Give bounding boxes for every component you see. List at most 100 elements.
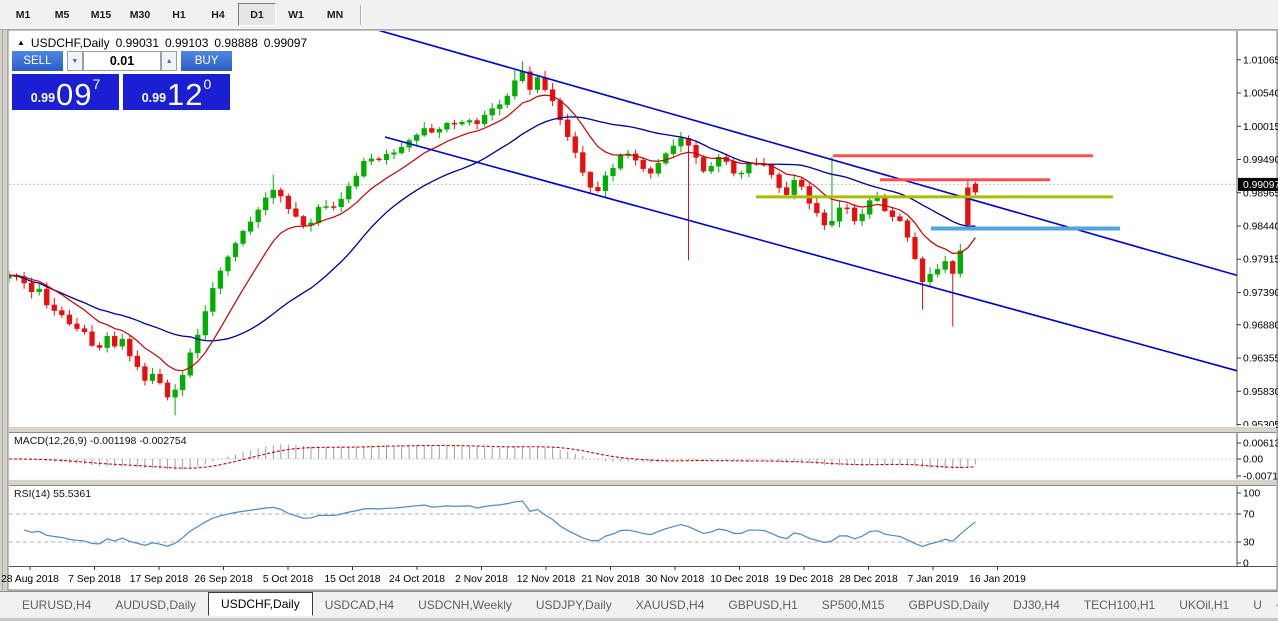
candle-body	[928, 274, 933, 282]
sell-price-display[interactable]: 0.99 09 7	[12, 74, 119, 110]
candle-body	[399, 147, 404, 152]
tab-scroll-arrows: ◄►	[1274, 600, 1278, 610]
timeframe-button-m15[interactable]: M15	[82, 3, 120, 26]
date-axis-label: 17 Sep 2018	[130, 574, 189, 585]
timeframe-button-d1[interactable]: D1	[238, 3, 276, 26]
tab-scroll-left-icon[interactable]: ◄	[1274, 600, 1278, 610]
price-axis-label: 0.99490	[1243, 155, 1278, 166]
timeframe-button-m30[interactable]: M30	[121, 3, 159, 26]
ohlc-close: 0.99097	[264, 36, 307, 50]
date-axis-label: 24 Oct 2018	[389, 574, 445, 585]
candle-body	[361, 161, 366, 176]
candle-body	[112, 336, 117, 346]
timeframe-button-w1[interactable]: W1	[277, 3, 315, 26]
symbol-period-label: USDCHF,Daily	[31, 36, 110, 50]
tab-sp500-m15[interactable]: SP500,M15	[810, 595, 897, 615]
lot-decrease-button[interactable]: ▼	[67, 51, 83, 71]
candle-body	[565, 120, 570, 137]
candle-body	[294, 209, 299, 217]
candle-body	[475, 121, 480, 124]
lot-increase-button[interactable]: ▲	[161, 51, 177, 71]
candle-body	[37, 289, 42, 292]
sell-price-big-digits: 09	[56, 80, 92, 109]
candle-body	[316, 207, 321, 223]
sell-button[interactable]: SELL	[12, 51, 63, 71]
buy-price-display[interactable]: 0.99 12 0	[123, 74, 230, 110]
lot-size-input[interactable]	[83, 51, 161, 71]
candle-body	[777, 175, 782, 188]
candle-body	[241, 231, 246, 243]
candle-body	[512, 81, 517, 96]
candle-body	[392, 153, 397, 155]
candle-body	[346, 186, 351, 199]
buy-price-big-digits: 12	[167, 80, 203, 109]
chart-window	[8, 30, 1277, 590]
rsi-axis-label: 70	[1243, 510, 1255, 521]
tab-audusd-daily[interactable]: AUDUSD,Daily	[103, 595, 208, 615]
tab-tech100-h1[interactable]: TECH100,H1	[1072, 595, 1167, 615]
tab-usdcad-h4[interactable]: USDCAD,H4	[313, 595, 406, 615]
timeframe-button-m5[interactable]: M5	[43, 3, 81, 26]
candle-body	[852, 208, 857, 221]
buy-price-pipette: 0	[204, 76, 212, 92]
candle-body	[369, 159, 374, 161]
date-axis-label: 28 Dec 2018	[839, 574, 898, 585]
tab-usdchf-daily[interactable]: USDCHF,Daily	[208, 592, 313, 616]
candle-body	[505, 96, 510, 105]
date-axis-label: 19 Dec 2018	[775, 574, 834, 585]
chart-title: ▲ USDCHF,Daily 0.99031 0.99103 0.98888 0…	[17, 36, 307, 50]
rsi-axis-label: 100	[1243, 489, 1260, 500]
candle-body	[135, 356, 140, 367]
candle-body	[497, 105, 502, 109]
timeframe-button-h4[interactable]: H4	[199, 3, 237, 26]
candle-body	[414, 135, 419, 140]
rsi-label: RSI(14) 55.5361	[14, 488, 91, 500]
tab-u[interactable]: U	[1241, 595, 1274, 615]
candle-body	[180, 375, 185, 390]
candle-body	[611, 168, 616, 175]
candle-body	[467, 121, 472, 123]
timeframe-button-h1[interactable]: H1	[160, 3, 198, 26]
candle-body	[445, 123, 450, 129]
candle-body	[573, 137, 578, 153]
date-axis-label: 30 Nov 2018	[646, 574, 705, 585]
pane-splitter[interactable]	[9, 479, 1276, 486]
timeframe-button-m1[interactable]: M1	[4, 3, 42, 26]
candle-body	[354, 176, 359, 186]
date-axis-label: 21 Nov 2018	[581, 574, 640, 585]
candle-body	[837, 208, 842, 221]
candle-body	[226, 257, 231, 271]
tab-dj30-h4[interactable]: DJ30,H4	[1001, 595, 1072, 615]
candle-body	[75, 324, 80, 329]
tab-usdjpy-daily[interactable]: USDJPY,Daily	[524, 595, 624, 615]
pane-splitter[interactable]	[9, 426, 1276, 433]
sell-price-prefix: 0.99	[31, 91, 55, 105]
price-axis-label: 0.96880	[1243, 320, 1278, 331]
tab-gbpusd-daily[interactable]: GBPUSD,Daily	[896, 595, 1001, 615]
tab-xauusd-h4[interactable]: XAUUSD,H4	[624, 595, 717, 615]
candle-body	[747, 163, 752, 173]
tab-eurusd-h4[interactable]: EURUSD,H4	[10, 595, 103, 615]
price-axis-label: 0.96355	[1243, 354, 1278, 365]
candle-body	[739, 173, 744, 174]
candle-body	[830, 221, 835, 225]
macd-label: MACD(12,26,9) -0.001198 -0.002754	[14, 435, 187, 447]
price-axis-label: 0.98440	[1243, 222, 1278, 233]
candle-body	[822, 213, 827, 225]
sell-price-pipette: 7	[93, 76, 101, 92]
timeframe-button-mn[interactable]: MN	[316, 3, 354, 26]
date-axis-label: 7 Jan 2019	[908, 574, 959, 585]
candle-body	[663, 154, 668, 163]
candle-body	[935, 269, 940, 274]
candle-body	[218, 271, 223, 288]
rsi-axis-label: 30	[1243, 538, 1255, 549]
candle-body	[920, 259, 925, 282]
candle-body	[731, 162, 736, 174]
tab-gbpusd-h1[interactable]: GBPUSD,H1	[716, 595, 809, 615]
candle-body	[965, 188, 970, 225]
candle-body	[709, 166, 714, 171]
buy-button[interactable]: BUY	[181, 51, 232, 71]
tab-usdcnh-weekly[interactable]: USDCNH,Weekly	[406, 595, 524, 615]
candle-body	[44, 289, 49, 305]
tab-ukoil-h1[interactable]: UKOil,H1	[1167, 595, 1241, 615]
